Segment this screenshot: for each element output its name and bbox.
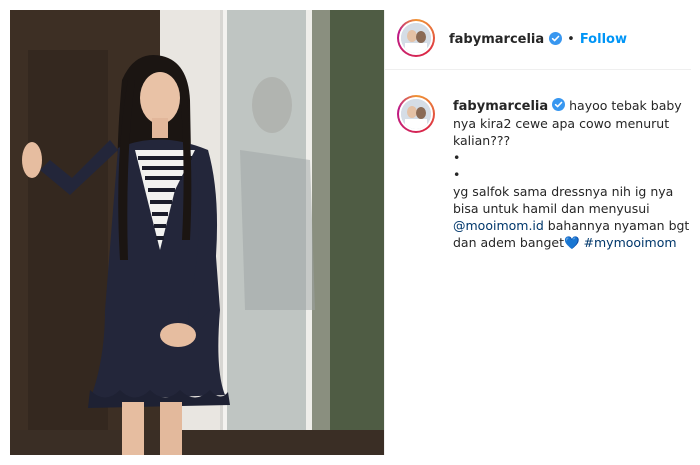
screenshot-frame: fabymarcelia • Follow fabymarcelia hayoo… xyxy=(0,0,700,465)
verified-badge-icon xyxy=(549,30,563,49)
caption-avatar-image xyxy=(401,99,431,129)
caption-line-3: kalian??? xyxy=(453,133,511,148)
caption-avatar[interactable] xyxy=(397,95,435,133)
caption-line-2: nya kira2 cewe apa cowo menurut xyxy=(453,116,670,131)
mention-link[interactable]: @mooimom.id xyxy=(453,218,544,233)
caption-text-after-mention: bahannya nyaman bgt xyxy=(543,218,690,233)
post-photo xyxy=(10,10,384,455)
caption-bullet-2: • xyxy=(453,167,461,182)
caption-username[interactable]: fabymarcelia xyxy=(453,99,548,114)
avatar-image xyxy=(401,23,431,53)
avatar-ring-inner xyxy=(399,21,433,55)
post-header: fabymarcelia • Follow xyxy=(385,10,691,70)
post-caption: fabymarcelia hayoo tebak baby nya kira2 … xyxy=(453,97,689,251)
caption-avatar-ring-inner xyxy=(399,97,433,131)
header-user-row: fabymarcelia • Follow xyxy=(449,29,627,49)
follow-button[interactable]: Follow xyxy=(580,32,627,47)
blue-heart-icon: 💙 xyxy=(563,235,580,250)
caption-line-5: bisa untuk hamil dan menyusui xyxy=(453,201,650,216)
hashtag-link[interactable]: #mymooimom xyxy=(584,235,677,250)
header-username[interactable]: fabymarcelia xyxy=(449,32,544,47)
caption-bullet-1: • xyxy=(453,150,461,165)
caption-line-4: yg salfok sama dressnya nih ig nya xyxy=(453,184,674,199)
caption-final-text: dan adem banget xyxy=(453,235,564,250)
caption-text: hayoo tebak baby xyxy=(569,98,682,113)
caption-line-6: @mooimom.id bahannya nyaman bgt xyxy=(453,217,689,234)
header-separator: • xyxy=(567,31,575,47)
post-sidebar: fabymarcelia • Follow fabymarcelia hayoo… xyxy=(384,10,691,455)
verified-badge-icon xyxy=(552,98,566,115)
header-avatar[interactable] xyxy=(397,19,435,57)
post-photo-illustration xyxy=(10,10,384,455)
caption-line-1: fabymarcelia hayoo tebak baby xyxy=(453,97,685,115)
caption-line-7: dan adem banget💙 #mymooimom xyxy=(453,234,685,251)
